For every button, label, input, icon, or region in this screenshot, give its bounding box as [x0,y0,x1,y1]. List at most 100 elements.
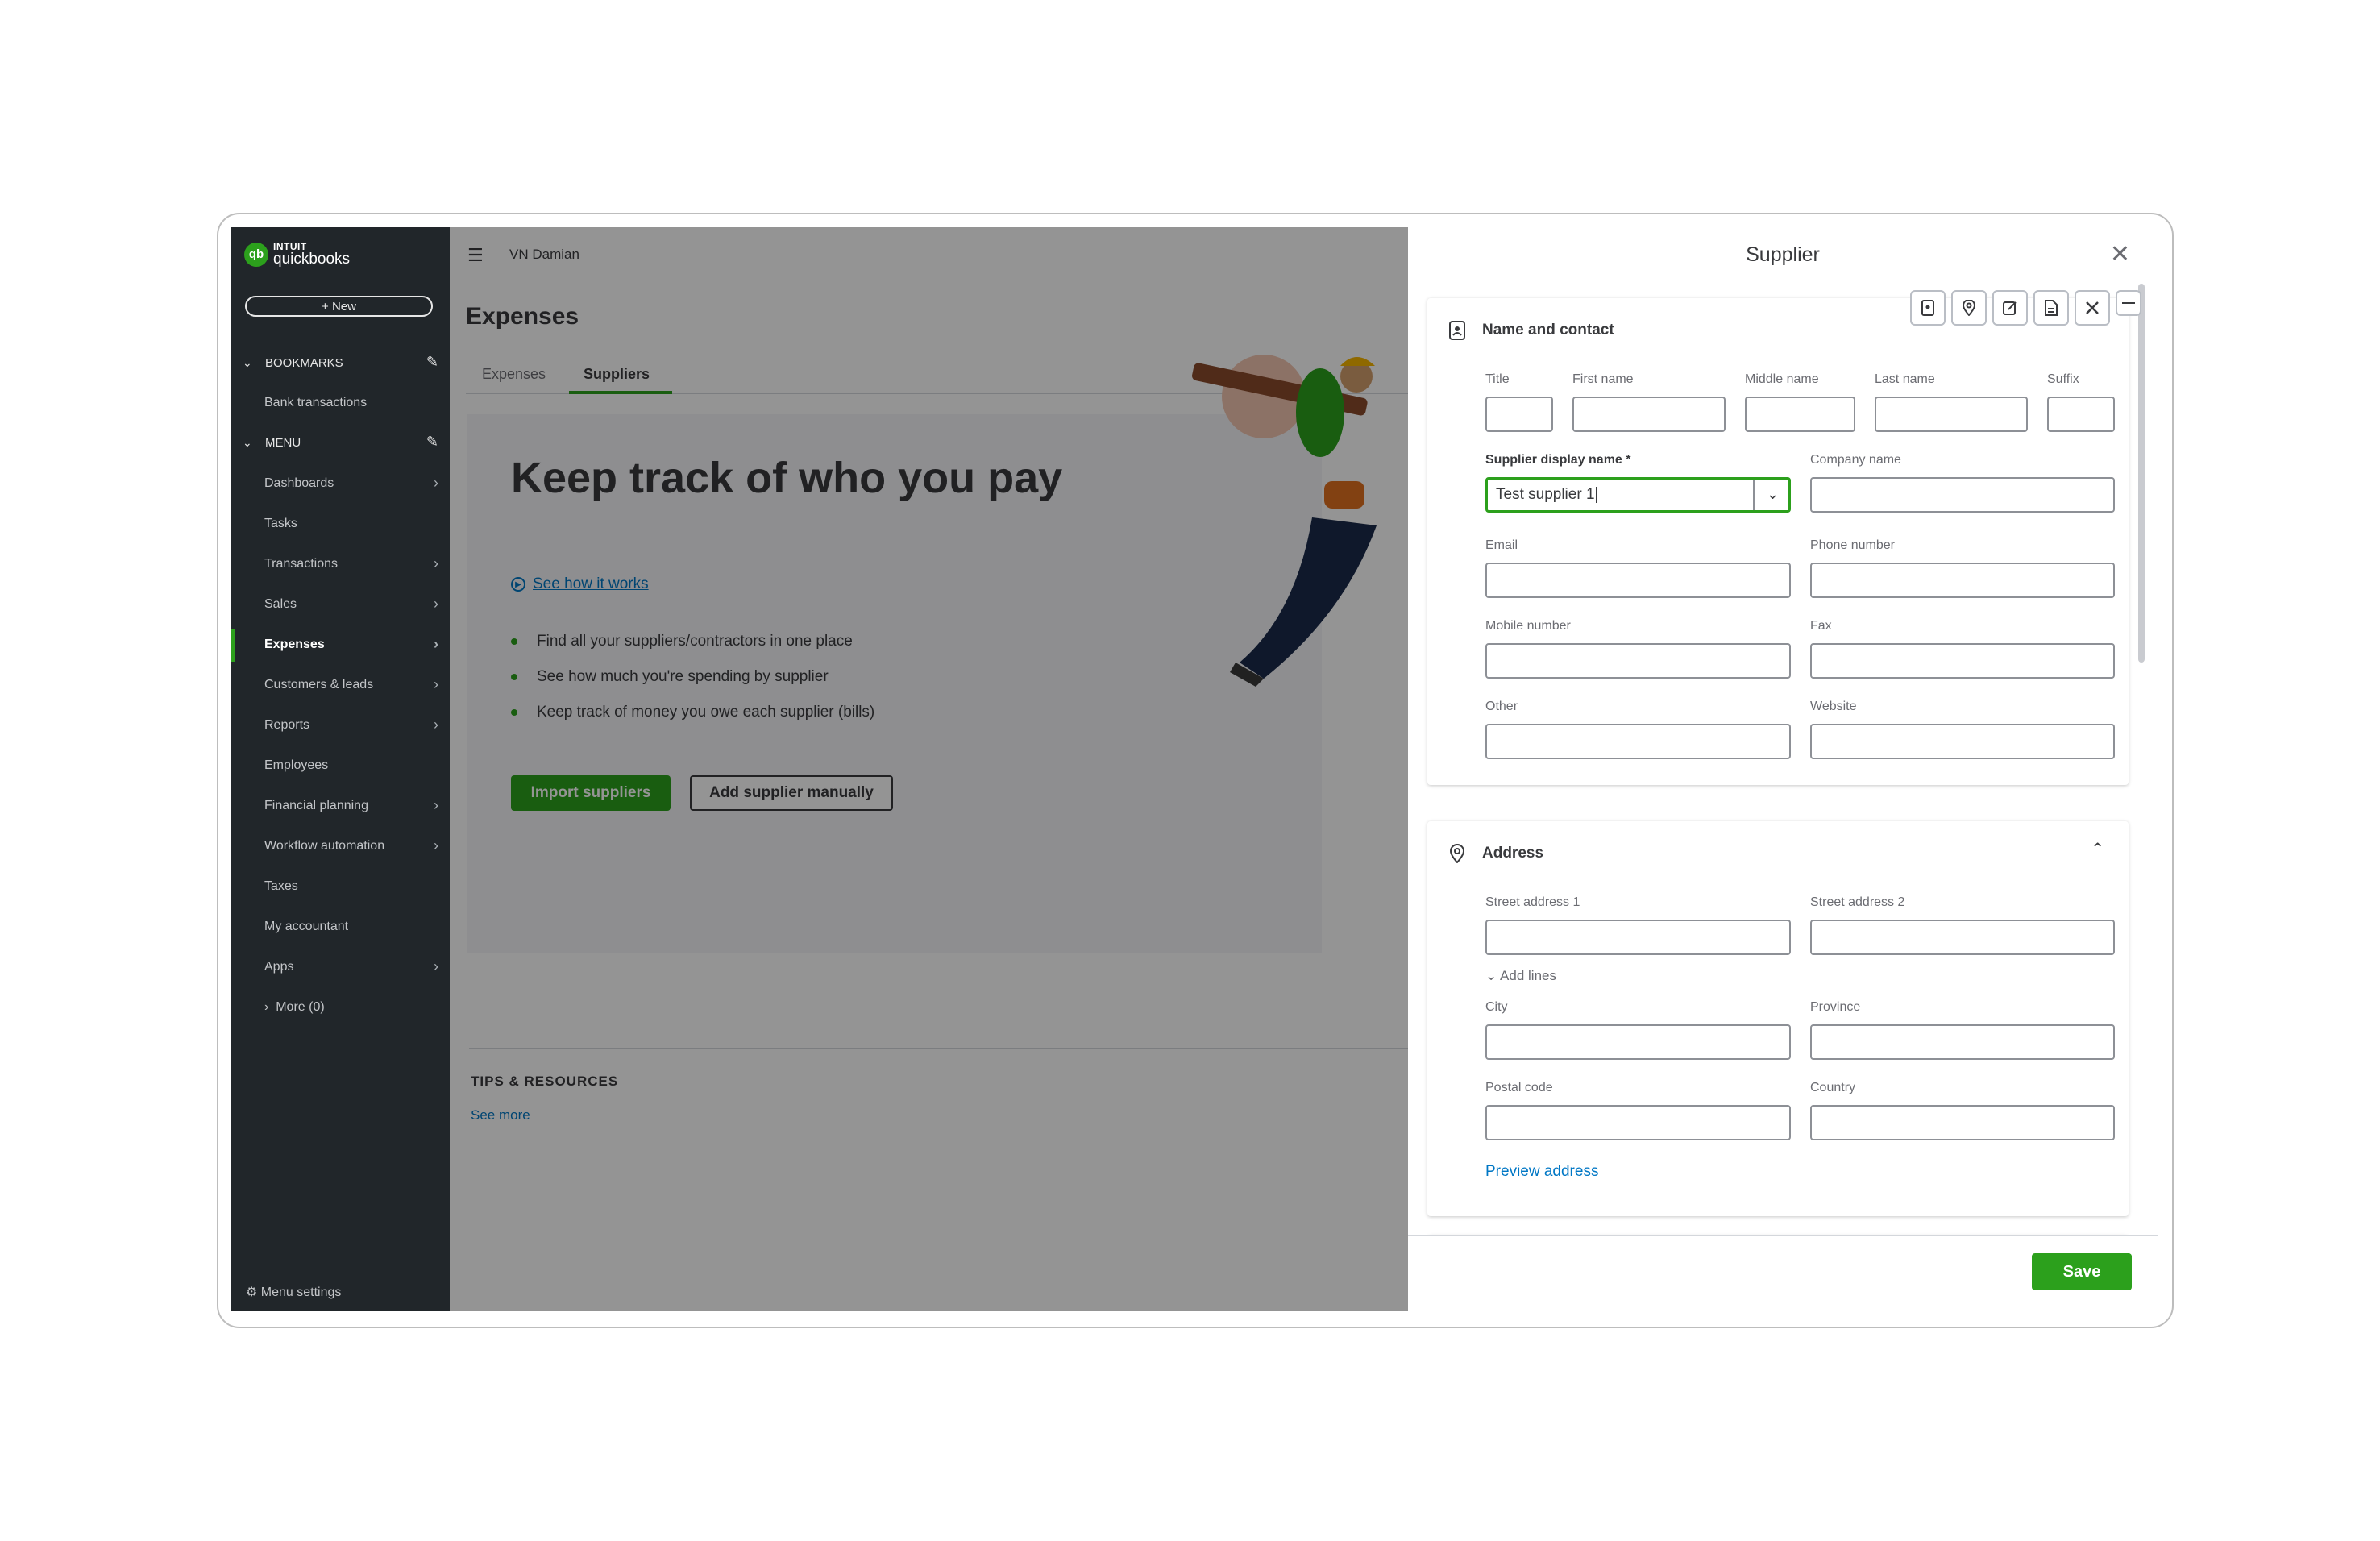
panel-title: Supplier [1746,243,1820,266]
name-contact-header: Name and contact [1448,321,1614,340]
chevron-right-icon: › [434,958,438,974]
middle-name-field[interactable] [1745,397,1855,432]
chevron-down-icon[interactable]: ⌄ [1767,486,1779,503]
sidebar-item-employees[interactable]: Employees [264,758,442,773]
street1-field[interactable] [1485,920,1791,955]
sidebar-item-tasks[interactable]: Tasks [264,517,442,531]
street2-field[interactable] [1810,920,2115,955]
more-label: More (0) [276,1000,325,1014]
sidebar-item-my-accountant[interactable]: My accountant [264,920,442,934]
additional-info-section-button[interactable] [2075,290,2110,326]
company-name-field[interactable] [1810,477,2115,513]
attachments-section-button[interactable] [2033,290,2069,326]
address-header: Address [1448,844,1543,863]
name-contact-title: Name and contact [1482,322,1614,339]
preview-address-link[interactable]: Preview address [1485,1163,1598,1181]
chevron-up-icon[interactable]: ⌃ [2091,839,2104,859]
menu-label: MENU [265,436,301,450]
add-lines-label: Add lines [1500,968,1556,983]
close-icon[interactable]: ✕ [2110,240,2130,268]
sidebar-item-label: Taxes [264,879,298,893]
modal-backdrop[interactable] [450,227,1408,1311]
other-field[interactable] [1485,724,1791,759]
supplier-display-name-input[interactable]: Test supplier 1 ⌄ [1485,477,1791,513]
address-card: Address ⌃ Street address 1 Street addres… [1427,821,2129,1216]
sidebar-more[interactable]: › More (0) [264,1000,325,1015]
chevron-right-icon: › [434,717,438,733]
bookmark-bank-transactions[interactable]: Bank transactions [264,396,442,410]
country-label: Country [1810,1081,1856,1094]
tools-icon [2086,301,2099,314]
new-button[interactable]: + New [245,296,433,317]
province-field[interactable] [1810,1024,2115,1060]
website-field[interactable] [1810,724,2115,759]
first-name-field[interactable] [1572,397,1726,432]
location-pin-icon [1448,844,1469,863]
document-icon [2045,300,2058,316]
company-name-label: Company name [1810,453,1901,467]
last-name-field[interactable] [1875,397,2028,432]
sidebar-item-label: Reports [264,718,310,732]
sidebar-item-transactions[interactable]: Transactions › [264,555,442,571]
phone-field[interactable] [1810,563,2115,598]
menu-settings-label: Menu settings [260,1286,342,1299]
chevron-right-icon: › [434,797,438,813]
sidebar-item-customers-leads[interactable]: Customers & leads › [264,676,442,692]
sidebar-item-label: Financial planning [264,799,368,812]
sidebar-item-label: Expenses [264,638,325,651]
sidebar-item-sales[interactable]: Sales › [264,596,442,612]
city-field[interactable] [1485,1024,1791,1060]
minimize-toolbar-button[interactable] [2116,290,2141,316]
sidebar-item-reports[interactable]: Reports › [264,717,442,733]
chevron-down-icon: ⌄ [1485,968,1497,983]
first-name-label: First name [1572,372,1634,386]
scrollbar[interactable] [2138,284,2145,663]
edit-note-icon [2003,301,2017,315]
sidebar-item-label: Customers & leads [264,678,374,692]
sidebar-item-dashboards[interactable]: Dashboards › [264,475,442,491]
menu-header[interactable]: ⌄ MENU [243,436,301,450]
sidebar-item-expenses[interactable]: Expenses › [264,636,442,652]
province-label: Province [1810,1000,1861,1014]
notes-section-button[interactable] [1992,290,2028,326]
city-label: City [1485,1000,1508,1014]
title-field[interactable] [1485,397,1553,432]
title-label: Title [1485,372,1510,386]
email-label: Email [1485,538,1518,552]
edit-bookmarks-pencil-icon[interactable]: ✎ [426,354,438,371]
postal-code-field[interactable] [1485,1105,1791,1140]
suffix-field[interactable] [2047,397,2115,432]
chevron-right-icon: › [434,555,438,571]
quickbooks-logo[interactable]: qb INTUIT quickbooks [244,242,350,267]
display-name-label: Supplier display name * [1485,453,1631,467]
middle-name-label: Middle name [1745,372,1819,386]
country-field[interactable] [1810,1105,2115,1140]
active-item-indicator [231,629,235,662]
sidebar-item-label: Transactions [264,557,338,571]
sidebar-item-label: Dashboards [264,476,334,490]
contact-card-icon [1921,300,1934,316]
save-button[interactable]: Save [2032,1253,2132,1290]
address-section-button[interactable] [1951,290,1987,326]
sidebar-item-taxes[interactable]: Taxes [264,879,442,894]
edit-menu-pencil-icon[interactable]: ✎ [426,434,438,451]
chevron-right-icon: › [264,1000,276,1014]
fax-field[interactable] [1810,643,2115,679]
chevron-right-icon: › [434,636,438,652]
chevron-right-icon: › [434,596,438,612]
sidebar-item-apps[interactable]: Apps › [264,958,442,974]
gear-icon: ⚙ [246,1286,258,1299]
bookmarks-header[interactable]: ⌄ BOOKMARKS [243,356,343,370]
sidebar-item-label: Sales [264,597,297,611]
sidebar-item-label: Workflow automation [264,839,385,853]
add-lines-toggle[interactable]: ⌄ Add lines [1485,968,1556,984]
contact-section-button[interactable] [1910,290,1946,326]
app-screen: qb INTUIT quickbooks + New ⌄ BOOKMARKS ✎… [231,227,2158,1311]
sidebar-item-workflow-automation[interactable]: Workflow automation › [264,837,442,854]
email-field[interactable] [1485,563,1791,598]
suffix-label: Suffix [2047,372,2079,386]
menu-settings[interactable]: ⚙ Menu settings [246,1284,341,1300]
qb-logo-icon: qb [244,242,268,267]
mobile-field[interactable] [1485,643,1791,679]
sidebar-item-financial-planning[interactable]: Financial planning › [264,797,442,813]
